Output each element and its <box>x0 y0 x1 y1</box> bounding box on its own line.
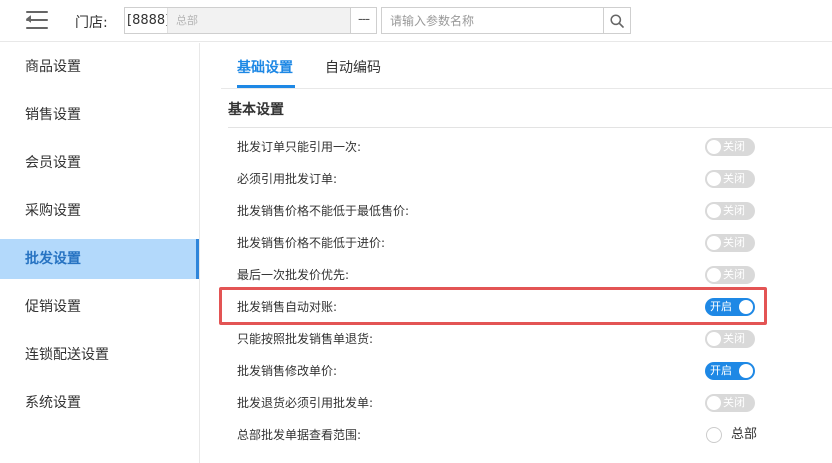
sidebar-item-chain-distribution[interactable]: 连锁配送设置 <box>0 335 199 375</box>
setting-row: 最后一次批发价优先: 关闭 <box>201 259 832 291</box>
switch-knob <box>707 172 721 186</box>
setting-row: 批发销售修改单价: 开启 <box>201 355 832 387</box>
switch-knob <box>707 396 721 410</box>
toggle-switch[interactable]: 关闭 <box>705 266 755 284</box>
switch-text: 关闭 <box>723 332 745 345</box>
setting-label: 只能按照批发销售单退货: <box>237 332 374 346</box>
search-button[interactable] <box>603 8 630 33</box>
store-label: 门店: <box>75 15 108 31</box>
switch-knob <box>707 332 721 346</box>
radio-label: 总部 <box>731 427 758 442</box>
setting-row: 总部批发单据查看范围: 总部 <box>201 419 832 451</box>
toggle-switch[interactable]: 关闭 <box>705 202 755 220</box>
switch-knob <box>707 204 721 218</box>
setting-label: 最后一次批发价优先: <box>237 268 350 282</box>
setting-label: 批发销售价格不能低于进价: <box>237 236 386 250</box>
section-title: 基本设置 <box>228 102 284 118</box>
setting-row: 批发订单只能引用一次: 关闭 <box>201 131 832 163</box>
setting-row: 批发退货必须引用批发单: 关闭 <box>201 387 832 419</box>
setting-label: 总部批发单据查看范围: <box>237 428 362 442</box>
switch-text: 关闭 <box>723 236 745 249</box>
parameter-search <box>381 7 631 34</box>
tab-divider <box>221 88 832 89</box>
setting-row: 只能按照批发销售单退货: 关闭 <box>201 323 832 355</box>
switch-knob <box>707 236 721 250</box>
setting-label: 批发退货必须引用批发单: <box>237 396 374 410</box>
store-more-button[interactable]: --- <box>350 8 376 33</box>
switch-text: 关闭 <box>723 268 745 281</box>
search-icon <box>610 13 624 28</box>
top-bar: 门店: [8888] 总部 --- <box>0 0 832 42</box>
sidebar: 商品设置 销售设置 会员设置 采购设置 批发设置 促销设置 连锁配送设置 系统设… <box>0 43 200 463</box>
tab-auto-coding[interactable]: 自动编码 <box>325 57 381 77</box>
switch-text: 关闭 <box>723 396 745 409</box>
setting-label: 批发销售自动对账: <box>237 300 338 314</box>
sidebar-item-purchase[interactable]: 采购设置 <box>0 191 199 231</box>
toggle-switch[interactable]: 关闭 <box>705 234 755 252</box>
sidebar-item-product[interactable]: 商品设置 <box>0 47 199 87</box>
toggle-switch[interactable]: 关闭 <box>705 138 755 156</box>
setting-label: 必须引用批发订单: <box>237 172 338 186</box>
main-content: 基础设置 自动编码 基本设置 批发订单只能引用一次: 关闭 必须引用批发订单: … <box>201 43 832 463</box>
switch-knob <box>707 268 721 282</box>
switch-text: 开启 <box>710 300 732 313</box>
sidebar-item-sales[interactable]: 销售设置 <box>0 95 199 135</box>
setting-row: 批发销售价格不能低于进价: 关闭 <box>201 227 832 259</box>
toggle-switch[interactable]: 关闭 <box>705 330 755 348</box>
store-name: 总部 <box>167 8 350 33</box>
setting-row: 批发销售价格不能低于最低售价: 关闭 <box>201 195 832 227</box>
setting-row: 批发销售自动对账: 开启 <box>201 291 832 323</box>
tab-basic-settings[interactable]: 基础设置 <box>237 57 293 77</box>
sidebar-item-system[interactable]: 系统设置 <box>0 383 199 423</box>
toggle-switch[interactable]: 关闭 <box>705 394 755 412</box>
switch-text: 开启 <box>710 364 732 377</box>
sidebar-item-member[interactable]: 会员设置 <box>0 143 199 183</box>
store-code: [8888] <box>125 8 170 33</box>
switch-text: 关闭 <box>723 204 745 217</box>
search-input[interactable] <box>382 8 603 33</box>
toggle-switch[interactable]: 关闭 <box>705 170 755 188</box>
toggle-switch[interactable]: 开启 <box>705 362 755 380</box>
switch-knob <box>739 364 753 378</box>
switch-text: 关闭 <box>723 172 745 185</box>
toggle-switch[interactable]: 开启 <box>705 298 755 316</box>
sidebar-item-wholesale[interactable]: 批发设置 <box>0 239 199 279</box>
switch-knob <box>739 300 753 314</box>
menu-toggle-icon[interactable] <box>26 11 50 29</box>
setting-label: 批发销售价格不能低于最低售价: <box>237 204 410 218</box>
setting-row: 必须引用批发订单: 关闭 <box>201 163 832 195</box>
scope-radio[interactable] <box>706 427 722 443</box>
section-divider <box>228 127 832 128</box>
sidebar-item-promotion[interactable]: 促销设置 <box>0 287 199 327</box>
switch-knob <box>707 140 721 154</box>
setting-label: 批发订单只能引用一次: <box>237 140 362 154</box>
store-selector[interactable]: [8888] 总部 --- <box>124 7 377 34</box>
switch-text: 关闭 <box>723 140 745 153</box>
setting-label: 批发销售修改单价: <box>237 364 338 378</box>
tab-bar: 基础设置 自动编码 <box>201 43 832 89</box>
